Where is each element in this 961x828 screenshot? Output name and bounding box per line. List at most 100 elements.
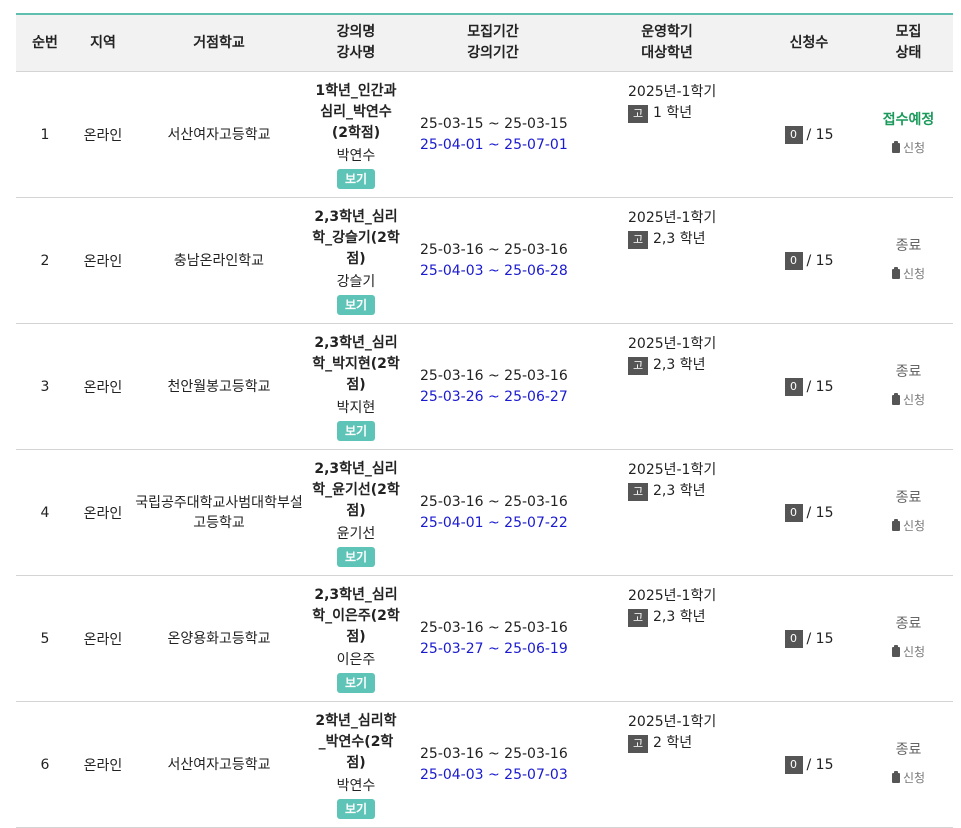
count-display: 0 / 15 (784, 629, 834, 648)
row-grade: 고 1 학년 (628, 103, 754, 124)
row-school: 국립공주대학교사범대학부설고등학교 (132, 449, 306, 576)
row-teacher: 박연수 (336, 147, 376, 164)
row-grade: 고 2,3 학년 (628, 607, 754, 628)
table-header-row: 순번 지역 거점학교 강의명 강사명 모집기간 강의기간 운영학기 대상학년 신… (16, 13, 953, 72)
row-no: 4 (16, 449, 74, 576)
row-region: 온라인 (74, 701, 132, 828)
header-term-line1: 운영학기 (641, 24, 693, 40)
apply-button[interactable]: 신청 (891, 641, 925, 663)
count-display: 0 / 15 (784, 755, 833, 774)
row-school: 온양용화고등학교 (132, 575, 306, 702)
view-button[interactable]: 보기 (336, 420, 376, 441)
row-school-name: 천안월봉고등학교 (167, 378, 271, 395)
table-row: 6 온라인 서산여자고등학교 2학년_심리학_박연수(2학점) 박연수 보기 2… (16, 701, 953, 828)
status-text: 종료 (895, 364, 922, 380)
apply-button[interactable]: 신청 (891, 263, 925, 285)
status-text: 종료 (895, 490, 922, 506)
row-status: 접수예정 신청 (864, 71, 953, 198)
row-count: 0 / 15 (754, 449, 864, 576)
row-school-name: 온양용화고등학교 (167, 630, 271, 647)
row-recruit-period: 25-03-15 ~ 25-03-15 (420, 115, 568, 132)
table-row: 5 온라인 온양용화고등학교 2,3학년_심리학_이은주(2학점) 이은주 보기… (16, 575, 953, 702)
row-term: 2025년-1학기 고 2,3 학년 (580, 323, 754, 450)
view-button[interactable]: 보기 (336, 798, 376, 819)
header-school: 거점학교 (132, 13, 306, 72)
row-period: 25-03-16 ~ 25-03-16 25-03-27 ~ 25-06-19 (406, 575, 580, 702)
row-term: 2025년-1학기 고 2,3 학년 (580, 197, 754, 324)
applicant-count-badge: 0 (784, 755, 803, 774)
row-no: 3 (16, 323, 74, 450)
row-term: 2025년-1학기 고 1 학년 (580, 71, 754, 198)
row-school: 충남온라인학교 (132, 197, 306, 324)
grade-badge: 고 (628, 608, 648, 627)
row-course: 2,3학년_심리학_박지현(2학점) 박지현 보기 (306, 323, 406, 450)
clipboard-icon (891, 519, 900, 531)
course-table: 순번 지역 거점학교 강의명 강사명 모집기간 강의기간 운영학기 대상학년 신… (16, 13, 953, 828)
table-row: 3 온라인 천안월봉고등학교 2,3학년_심리학_박지현(2학점) 박지현 보기… (16, 323, 953, 450)
header-count: 신청수 (754, 13, 864, 72)
row-term-name: 2025년-1학기 (628, 210, 717, 226)
row-region: 온라인 (74, 197, 132, 324)
row-period: 25-03-16 ~ 25-03-16 25-04-03 ~ 25-06-28 (406, 197, 580, 324)
row-course: 2,3학년_심리학_이은주(2학점) 이은주 보기 (306, 575, 406, 702)
header-status-line2: 상태 (895, 45, 922, 61)
row-term: 2025년-1학기 고 2 학년 (580, 701, 754, 828)
row-status: 종료 신청 (864, 575, 953, 702)
count-display: 0 / 15 (784, 125, 834, 144)
clipboard-icon (891, 771, 900, 783)
row-term-name: 2025년-1학기 (628, 84, 717, 100)
row-recruit-period: 25-03-16 ~ 25-03-16 (420, 493, 568, 510)
row-school: 천안월봉고등학교 (132, 323, 306, 450)
header-term-line2: 대상학년 (641, 45, 693, 61)
row-no: 2 (16, 197, 74, 324)
row-count: 0 / 15 (754, 701, 864, 828)
row-grade: 고 2,3 학년 (628, 355, 754, 376)
status-text: 종료 (895, 616, 922, 632)
table-row: 4 온라인 국립공주대학교사범대학부설고등학교 2,3학년_심리학_윤기선(2학… (16, 449, 953, 576)
row-recruit-period: 25-03-16 ~ 25-03-16 (420, 619, 568, 636)
apply-button[interactable]: 신청 (891, 137, 926, 159)
status-text: 종료 (895, 742, 922, 758)
header-status: 모집 상태 (864, 13, 953, 72)
capacity-text: / 15 (806, 126, 834, 143)
row-period: 25-03-15 ~ 25-03-15 25-04-01 ~ 25-07-01 (406, 71, 580, 198)
count-display: 0 / 15 (784, 377, 833, 396)
row-no: 1 (16, 71, 74, 198)
view-button[interactable]: 보기 (336, 294, 376, 315)
apply-button[interactable]: 신청 (891, 389, 926, 411)
row-grade: 고 2 학년 (628, 733, 754, 754)
header-course-line2: 강사명 (336, 45, 376, 61)
row-grade-text: 2,3 학년 (653, 483, 706, 499)
view-button[interactable]: 보기 (336, 546, 376, 567)
row-no: 6 (16, 701, 74, 828)
row-lecture-period: 25-03-26 ~ 25-06-27 (420, 388, 568, 405)
table-row: 2 온라인 충남온라인학교 2,3학년_심리학_강슬기(2학점) 강슬기 보기 … (16, 197, 953, 324)
row-recruit-period: 25-03-16 ~ 25-03-16 (420, 745, 568, 762)
view-button[interactable]: 보기 (336, 168, 376, 189)
row-lecture-period: 25-03-27 ~ 25-06-19 (420, 640, 568, 657)
clipboard-icon (891, 141, 900, 153)
row-teacher: 박지현 (336, 399, 376, 416)
row-school: 서산여자고등학교 (132, 71, 306, 198)
apply-label: 신청 (902, 141, 926, 155)
row-count: 0 / 15 (754, 323, 864, 450)
row-lecture-period: 25-04-01 ~ 25-07-01 (420, 136, 568, 153)
grade-badge: 고 (628, 230, 648, 249)
grade-badge: 고 (628, 104, 648, 123)
apply-button[interactable]: 신청 (891, 515, 925, 537)
row-grade: 고 2,3 학년 (628, 481, 754, 502)
grade-badge: 고 (628, 356, 648, 375)
row-count: 0 / 15 (754, 71, 864, 198)
capacity-text: / 15 (806, 630, 834, 647)
row-term: 2025년-1학기 고 2,3 학년 (580, 449, 754, 576)
row-period: 25-03-16 ~ 25-03-16 25-04-01 ~ 25-07-22 (406, 449, 580, 576)
clipboard-icon (891, 645, 900, 657)
row-course: 2,3학년_심리학_강슬기(2학점) 강슬기 보기 (306, 197, 406, 324)
view-button[interactable]: 보기 (336, 672, 376, 693)
row-course-title: 2,3학년_심리학_박지현(2학점) (312, 334, 400, 393)
apply-label: 신청 (902, 393, 926, 407)
row-school-name: 서산여자고등학교 (167, 126, 271, 143)
applicant-count-badge: 0 (784, 629, 803, 648)
row-course: 1학년_인간과 심리_박연수 (2학점) 박연수 보기 (306, 71, 406, 198)
clipboard-icon (891, 267, 900, 279)
